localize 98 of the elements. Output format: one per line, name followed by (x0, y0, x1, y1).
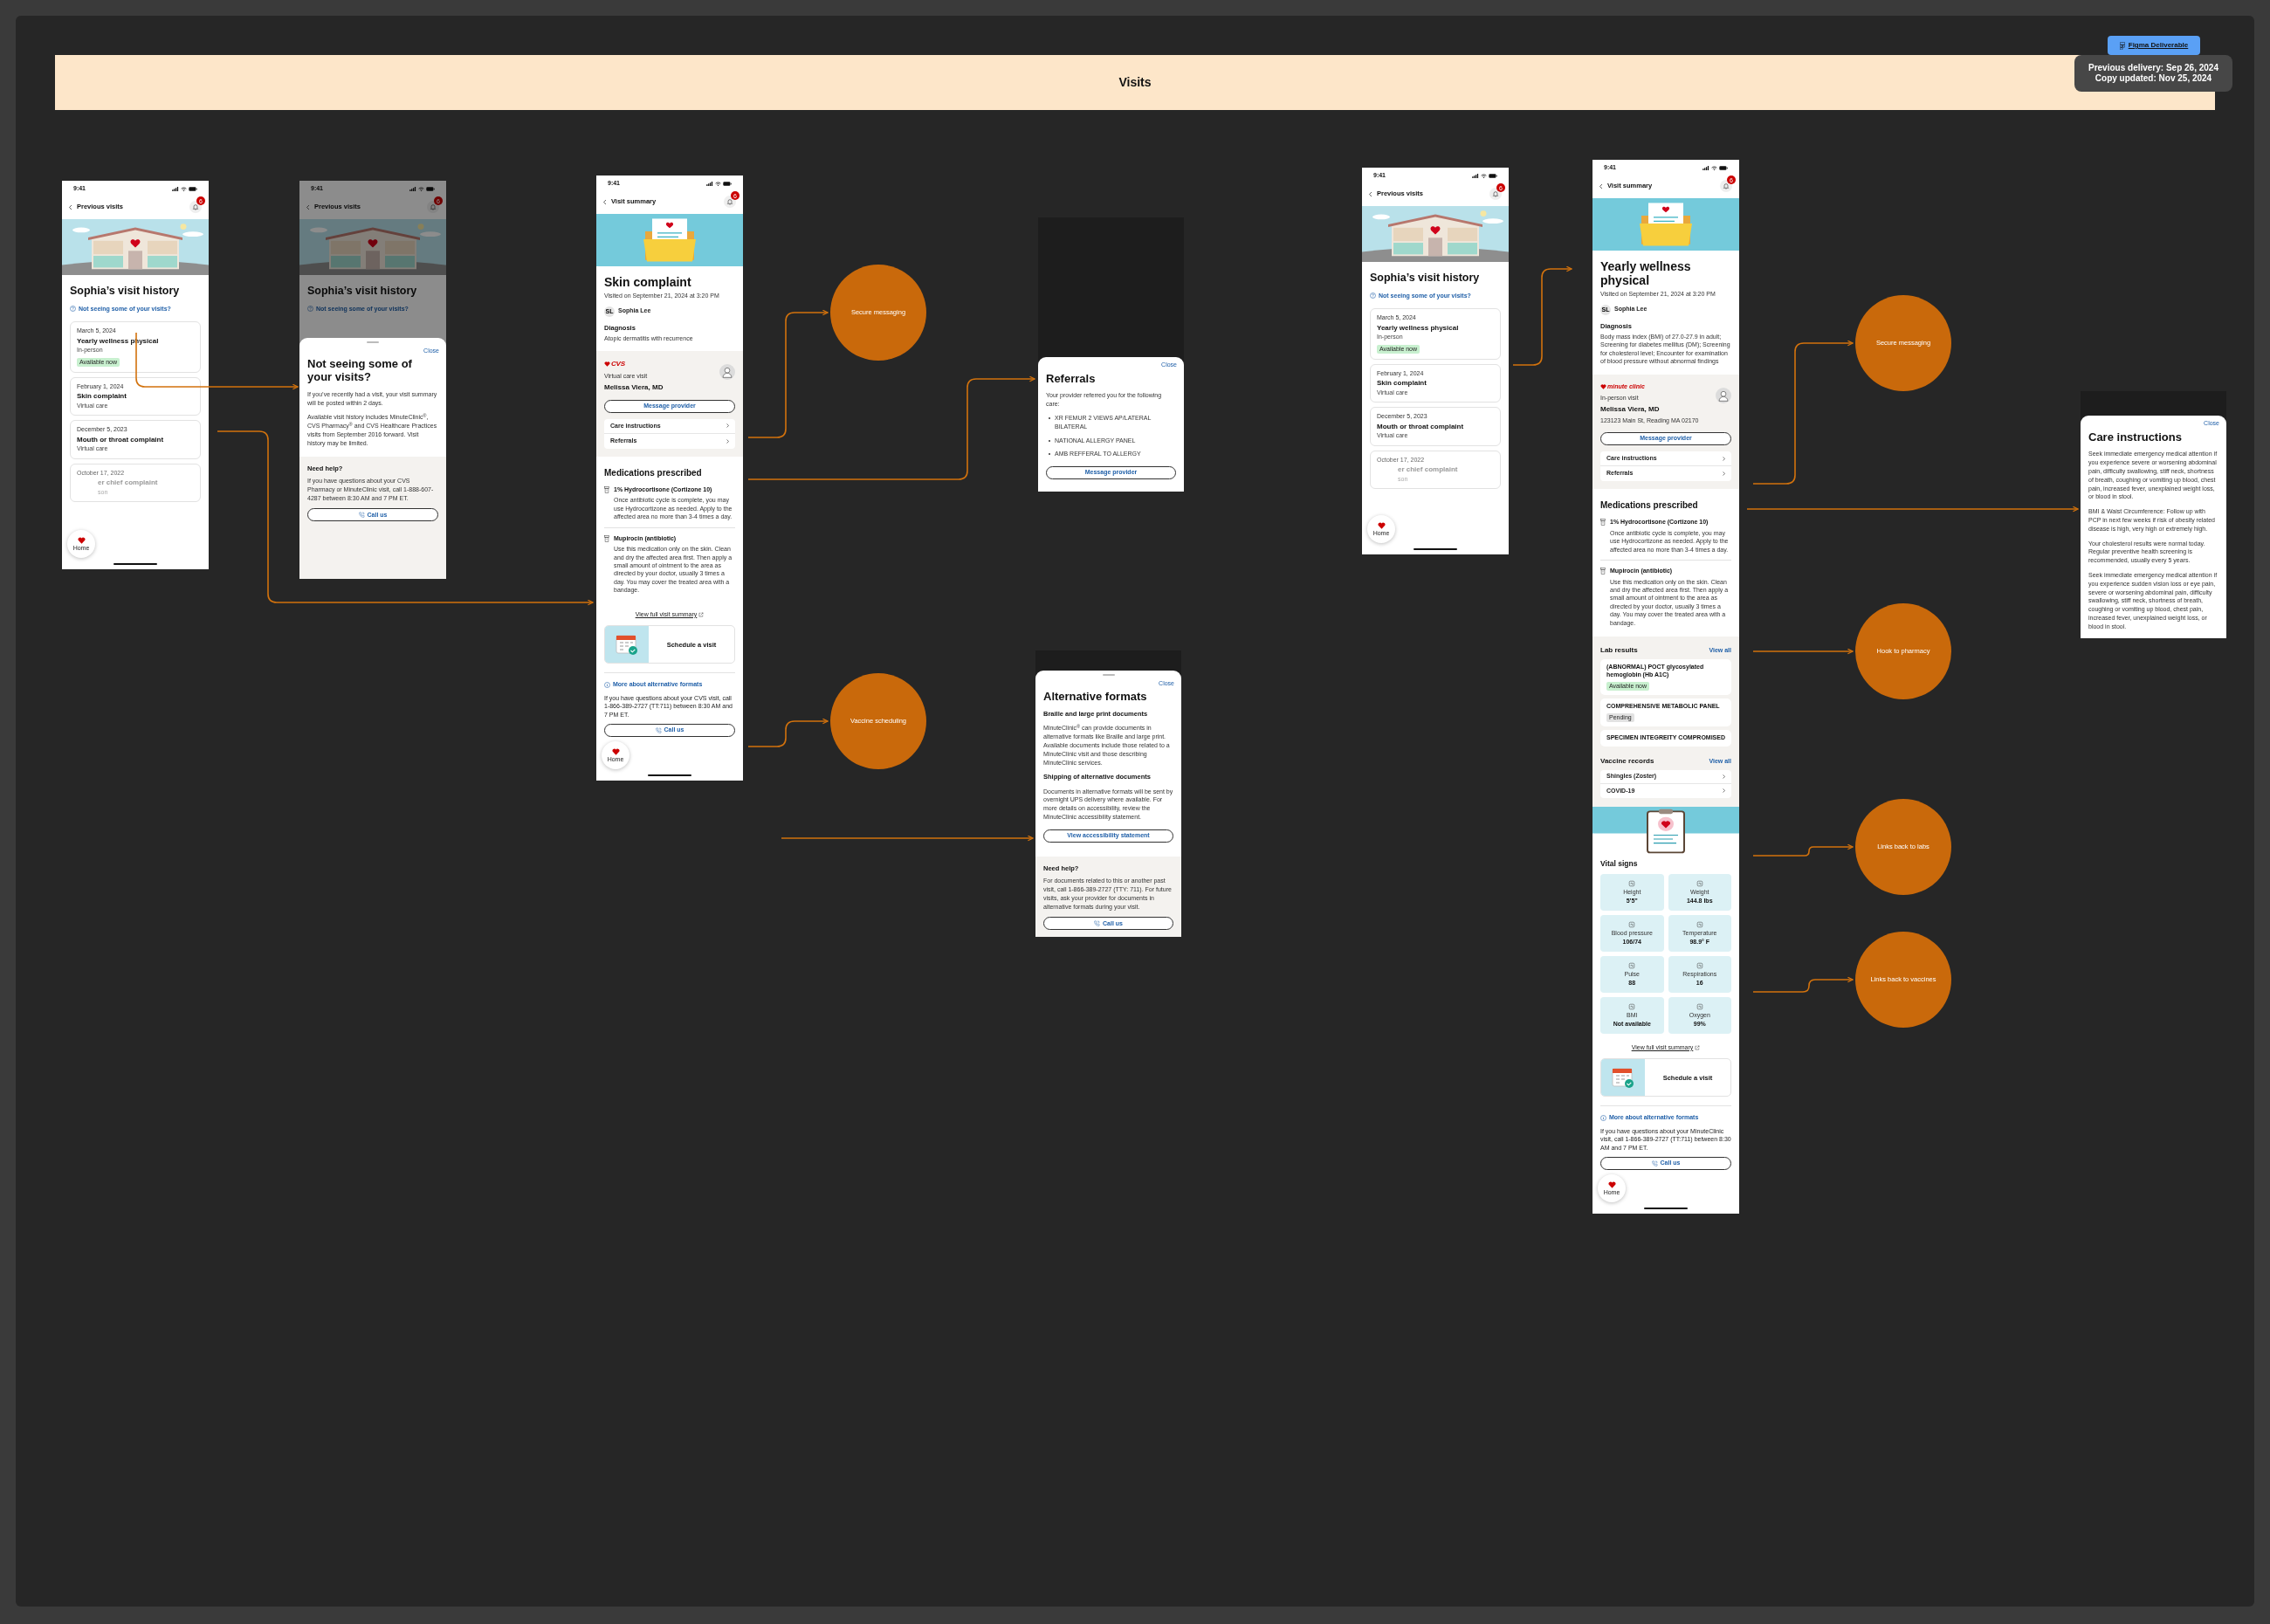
screen-title: Sophia’s visit history (70, 285, 181, 299)
section-heading: Medications prescribed (1600, 499, 1699, 513)
doctor-avatar-icon (719, 364, 735, 381)
notifications-button[interactable] (1489, 188, 1502, 200)
visit-title: Mouth or throat complaint (1377, 422, 1465, 431)
home-indicator (1414, 548, 1457, 550)
vital-sign-icon (1696, 961, 1703, 969)
signal-icon (706, 182, 713, 186)
home-indicator (114, 563, 157, 565)
wifi-icon (418, 186, 424, 192)
note-line: Copy updated: Nov 25, 2024 (2095, 73, 2212, 84)
notifications-button[interactable] (1720, 180, 1732, 192)
visit-title: er chief complaint (1397, 465, 1459, 474)
section-heading: Vital signs (1600, 857, 1639, 870)
medicine-bottle-icon (604, 534, 609, 542)
doctor-avatar-icon (1716, 387, 1731, 403)
help-icon (1370, 292, 1376, 299)
medicine-bottle-icon (1600, 519, 1606, 526)
help-icon (70, 306, 76, 313)
chevron-right-icon (726, 423, 729, 429)
phone-icon (655, 727, 662, 734)
vital-sign-icon (1696, 1002, 1703, 1010)
help-icon (307, 306, 313, 313)
deliverable-link[interactable]: Figma Deliverable (2108, 36, 2200, 55)
battery-icon (723, 182, 732, 186)
screen-title: Yearly wellness physical (1600, 259, 1692, 288)
wifi-icon (181, 186, 187, 192)
section-heading: Lab results (1600, 645, 1638, 657)
section-heading: Medications prescribed (604, 466, 703, 479)
vital-sign-icon (1628, 961, 1636, 969)
notifications-button[interactable] (724, 196, 736, 208)
wifi-icon (715, 181, 721, 187)
sheet-title: Referrals (1045, 372, 1097, 386)
notifications-button[interactable] (189, 201, 202, 213)
chevron-right-icon (1723, 471, 1725, 477)
wifi-icon (1481, 173, 1487, 179)
bell-icon (192, 203, 199, 210)
visit-title: Skin complaint (77, 392, 127, 401)
bell-icon (1492, 190, 1499, 197)
provider-name: Melissa Viera, MD (1600, 403, 1661, 415)
battery-icon (426, 187, 435, 191)
chevron-right-icon (1723, 456, 1725, 461)
external-link-icon (1695, 1044, 1701, 1050)
back-icon[interactable] (306, 203, 310, 210)
signal-icon (1472, 174, 1479, 178)
page-title: Visits (1118, 74, 1152, 91)
visit-title: Yearly wellness physical (1377, 323, 1460, 333)
home-indicator (1644, 1207, 1688, 1209)
wifi-icon (1711, 165, 1717, 171)
vital-sign-icon (1696, 920, 1703, 928)
section-heading: Vaccine records (1600, 755, 1654, 767)
signal-icon (172, 187, 179, 191)
phone-icon (1651, 1160, 1658, 1166)
heart-icon (77, 537, 86, 544)
battery-icon (189, 187, 197, 191)
note-line: Previous delivery: Sep 26, 2024 (2088, 63, 2218, 73)
chevron-right-icon (1723, 774, 1725, 779)
info-icon (1600, 1114, 1606, 1121)
back-icon[interactable] (69, 203, 72, 210)
battery-icon (1489, 174, 1497, 178)
home-indicator (648, 774, 691, 777)
sheet-title: Alternative formats (1042, 691, 1148, 704)
heart-icon (611, 748, 620, 756)
heart-icon (1377, 522, 1386, 529)
external-link-icon (698, 611, 705, 617)
battery-icon (1719, 166, 1728, 170)
heart-icon (1607, 1180, 1616, 1188)
vital-sign-icon (1628, 879, 1636, 887)
chevron-right-icon (726, 438, 729, 444)
screen-title: Sophia’s visit history (307, 285, 418, 299)
notifications-button[interactable] (427, 201, 439, 213)
provider-name: Melissa Viera, MD (604, 382, 664, 393)
medicine-bottle-icon (604, 485, 609, 493)
bell-icon (430, 203, 437, 210)
signal-icon (409, 187, 416, 191)
medicine-bottle-icon (1600, 568, 1606, 575)
back-icon[interactable] (1599, 182, 1603, 189)
vital-sign-icon (1628, 920, 1636, 928)
phone-icon (1094, 920, 1100, 927)
screen-title: Skin complaint (604, 275, 692, 290)
logo-icon (2119, 41, 2125, 50)
phone-icon (358, 512, 365, 519)
visit-title: Mouth or throat complaint (77, 435, 165, 444)
screen-title: Sophia’s visit history (1370, 272, 1481, 286)
vital-sign-icon (1696, 879, 1703, 887)
brand-logo: CVS (604, 359, 719, 370)
signal-icon (1702, 166, 1709, 170)
sheet-title: Care instructions (2088, 430, 2183, 444)
chevron-right-icon (1723, 788, 1725, 794)
vital-sign-icon (1628, 1002, 1636, 1010)
sheet-title: Not seeing some of your visits? (306, 358, 413, 384)
visit-title: er chief complaint (97, 478, 159, 487)
bell-icon (1723, 182, 1730, 189)
info-icon (604, 681, 610, 688)
visit-title: Skin complaint (1377, 379, 1427, 388)
bell-icon (726, 198, 733, 205)
back-icon[interactable] (603, 198, 607, 205)
back-icon[interactable] (1369, 190, 1372, 197)
